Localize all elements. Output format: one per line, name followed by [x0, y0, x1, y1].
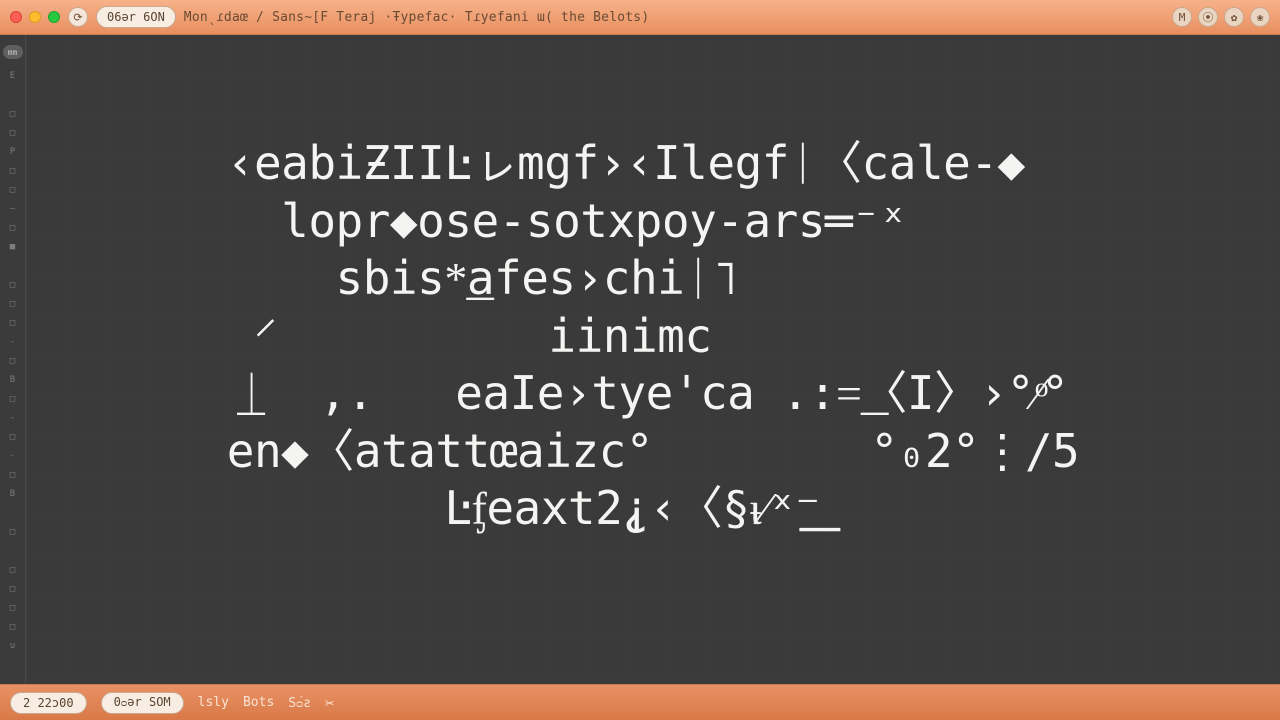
search-icon: ⦿: [1203, 9, 1214, 25]
window-controls: [10, 11, 60, 23]
ruler-tick: [10, 465, 15, 484]
status-segment-1[interactable]: lsly: [198, 695, 229, 710]
ruler-tick: [10, 503, 15, 522]
title-toolbar: M ⦿ ✿ ❀: [1172, 7, 1270, 27]
cursor-coordinates[interactable]: 2 22ɔ00: [10, 692, 87, 714]
status-segment-3[interactable]: Sᴑ́ƨ: [288, 695, 311, 711]
ruler-tick: [10, 85, 15, 104]
minimize-icon[interactable]: [29, 11, 41, 23]
menu-button[interactable]: ❀: [1250, 7, 1270, 27]
ruler-tick: [10, 123, 15, 142]
titlebar: ⟳ 06ər 6ON Monˎɾdaœ / Sans~[F Teraj ·Ŧyp…: [0, 0, 1280, 35]
ruler-tick: [10, 237, 15, 256]
ruler-tick: [10, 522, 15, 541]
refresh-icon: ⟳: [73, 11, 82, 24]
menu-icon: ❀: [1257, 11, 1264, 24]
cursor-coordinates-label: 2 22ɔ00: [23, 696, 74, 710]
glyph-specimen: ‹eabiƵIIĿㇾmgf›‹Ilegfᛁ〈cale-◆ lopr◆ose-so…: [227, 135, 1079, 538]
ruler-tick: [10, 275, 15, 294]
canvas[interactable]: ‹eabiƵIIĿㇾmgf›‹Ilegfᛁ〈cale-◆ lopr◆ose-so…: [26, 35, 1280, 684]
ruler-tick: [10, 636, 15, 655]
zoom-level-display[interactable]: 06ər 6ON: [96, 6, 176, 28]
search-button[interactable]: ⦿: [1198, 7, 1218, 27]
status-segment-2[interactable]: Bots: [243, 695, 274, 710]
refresh-button[interactable]: ⟳: [68, 7, 88, 27]
ruler-tick: [10, 313, 15, 332]
ruler-tick: [10, 579, 15, 598]
ruler-tick: [10, 598, 15, 617]
ruler-tick: [10, 484, 15, 503]
close-icon[interactable]: [10, 11, 22, 23]
mode-indicator-label: 0ᴑər SOM: [114, 695, 171, 710]
ruler-tick: [10, 332, 15, 351]
ruler-tick: [10, 408, 15, 427]
ruler-units-label[interactable]: mm: [3, 45, 23, 59]
ruler-tick: [10, 446, 15, 465]
ruler-tick: [10, 104, 15, 123]
ruler-tick: [10, 142, 15, 161]
m-button[interactable]: M: [1172, 7, 1192, 27]
gear-icon: ✿: [1231, 11, 1238, 24]
ruler-tick: [10, 294, 15, 313]
ruler-tick: [10, 256, 15, 275]
ruler-tick: [10, 351, 15, 370]
ruler-tick: [10, 218, 15, 237]
vertical-ruler: mm: [0, 35, 26, 684]
ruler-ticks: [10, 66, 15, 655]
scissors-icon[interactable]: ✂: [325, 694, 334, 712]
m-icon: M: [1179, 11, 1186, 24]
ruler-tick: [10, 370, 15, 389]
ruler-tick: [10, 180, 15, 199]
workspace: mm ‹eabiƵIIĿㇾmgf›‹Ilegfᛁ〈cale-◆ lopr◆ose…: [0, 35, 1280, 684]
window-title: Monˎɾdaœ / Sans~[F Teraj ·Ŧypefac· Tɾyef…: [184, 10, 650, 25]
ruler-tick: [10, 199, 15, 218]
ruler-tick: [10, 66, 15, 85]
statusbar: 2 22ɔ00 0ᴑər SOM lsly Bots Sᴑ́ƨ ✂: [0, 684, 1280, 720]
mode-indicator[interactable]: 0ᴑər SOM: [101, 692, 184, 714]
zoom-icon[interactable]: [48, 11, 60, 23]
ruler-tick: [10, 541, 15, 560]
ruler-tick: [10, 427, 15, 446]
zoom-level-label: 06ər 6ON: [107, 10, 165, 24]
ruler-tick: [10, 389, 15, 408]
settings-button[interactable]: ✿: [1224, 7, 1244, 27]
ruler-tick: [10, 560, 15, 579]
ruler-tick: [10, 161, 15, 180]
ruler-tick: [10, 617, 15, 636]
